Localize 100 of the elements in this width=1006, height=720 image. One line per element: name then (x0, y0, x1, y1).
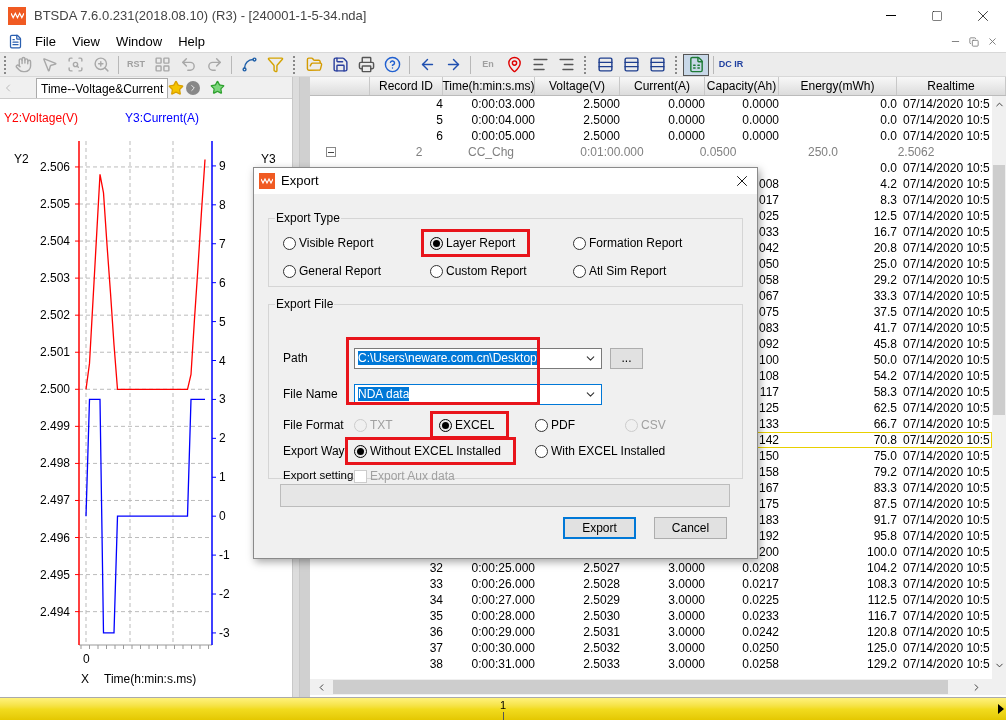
table-row[interactable]: 34 0:00:27.000 2.5029 3.0000 0.0225 112.5 07/14/2020 10:5 (310, 592, 992, 608)
window-title: BTSDA 7.6.0.231(2018.08.10) (R3) - [240001-1-5-34.nda] (34, 6, 368, 25)
grid-icon (153, 56, 171, 73)
table-row[interactable]: 38 0:00:31.000 2.5033 3.0000 0.0258 129.2 07/14/2020 10:5 (310, 656, 992, 672)
table-cell: 07/14/2020 10:5 (903, 113, 990, 127)
column-header[interactable]: Energy(mWh) (779, 77, 897, 95)
table-row[interactable]: 6 0:00:05.000 2.5000 0.0000 0.0000 0.0 07/14/2020 10:5 (310, 128, 992, 144)
help-icon (383, 56, 401, 73)
table-cell-text: 25.0 (873, 256, 897, 273)
app-logo-icon (259, 173, 275, 189)
table-cell: 4 (436, 96, 443, 113)
tick-label: 5 (219, 314, 226, 329)
table-cell-text: 37 (429, 640, 443, 657)
radio-option[interactable]: EXCEL (439, 416, 495, 434)
combo-field[interactable]: C:\Users\neware.com.cn\Desktop (354, 347, 602, 369)
table-row[interactable]: 4 0:00:03.000 2.5000 0.0000 0.0000 0.0 07/14/2020 10:5 (310, 96, 992, 112)
browse-button[interactable]: ... (610, 347, 643, 369)
undo-icon (179, 56, 197, 73)
field-label: Path (283, 350, 309, 367)
export-button[interactable]: Export (563, 517, 636, 539)
table-cell: 07/14/2020 10:5 (903, 353, 990, 367)
table-cell-text: 6 (436, 128, 443, 145)
table-cell-text: 100 (758, 352, 779, 369)
table-cell-text: 125.0 (866, 640, 897, 657)
menu-item[interactable]: View (71, 31, 100, 52)
tick-label: 8 (219, 197, 226, 212)
vertical-scrollbar[interactable] (992, 96, 1006, 679)
column-header[interactable]: Realtime (897, 77, 1006, 95)
table-cell-text: 3.0000 (668, 608, 705, 625)
table-row[interactable]: 32 0:00:25.000 2.5027 3.0000 0.0208 104.2 07/14/2020 10:5 (310, 560, 992, 576)
chart-tab[interactable]: Time--Voltage&Current (36, 78, 169, 98)
radio-option[interactable]: Custom Report (430, 262, 527, 280)
column-header[interactable]: Current(A) (620, 77, 705, 95)
table-cell-text: 0:00:28.000 (471, 608, 535, 625)
radio-option[interactable]: Layer Report (430, 234, 516, 252)
table-cell-text: 042 (758, 240, 779, 257)
table-icon (596, 56, 614, 73)
table-row[interactable]: 36 0:00:29.000 2.5031 3.0000 0.0242 120.8 07/14/2020 10:5 (310, 624, 992, 640)
radio-option[interactable]: General Report (283, 262, 382, 280)
play-icon[interactable] (998, 704, 1004, 714)
menu-item[interactable]: Window (115, 31, 163, 52)
add-star-icon[interactable] (210, 80, 227, 96)
radio-option[interactable]: Visible Report (283, 234, 374, 252)
table-cell-text: 32 (429, 560, 443, 577)
menu-item[interactable]: Help (178, 31, 205, 52)
table-cell-text: 2.5032 (583, 640, 620, 657)
radio-option[interactable]: Formation Report (573, 234, 683, 252)
table-cell-text: 38 (429, 656, 443, 673)
radio-option[interactable]: PDF (535, 416, 575, 434)
radio-option[interactable]: With EXCEL Installed (535, 442, 666, 460)
axis-annotation: X (81, 672, 89, 686)
group-row[interactable]: 2 CC_Chg 0:01:00.000 0.0500 250.0 2.5062 (310, 144, 992, 160)
table-row[interactable]: 33 0:00:26.000 2.5028 3.0000 0.0217 108.3 07/14/2020 10:5 (310, 576, 992, 592)
cancel-button[interactable]: Cancel (654, 517, 727, 539)
table-cell-text: 58.3 (873, 384, 897, 401)
menu-item[interactable]: File (35, 31, 56, 52)
toolbar-button[interactable]: DC IR (718, 53, 744, 76)
table-row[interactable]: 35 0:00:28.000 2.5030 3.0000 0.0233 116.7 07/14/2020 10:5 (310, 608, 992, 624)
table-cell-text: 0:01:00.000 (579, 144, 645, 161)
table-cell-text: 183 (758, 512, 779, 529)
column-header[interactable]: Voltage(V) (535, 77, 620, 95)
star-icon[interactable] (168, 80, 185, 96)
table-cell: 07/14/2020 10:5 (903, 289, 990, 303)
table-cell: 07/14/2020 10:5 (903, 433, 990, 447)
close-icon[interactable] (987, 36, 998, 47)
table-cell: 07/14/2020 10:5 (903, 129, 990, 143)
folder-icon (305, 56, 323, 73)
table-cell-text: 0:00:04.000 (471, 112, 535, 129)
table-cell-text: 120.8 (866, 624, 897, 641)
radio-option[interactable]: Atl Sim Report (573, 262, 667, 280)
table-row[interactable]: 37 0:00:30.000 2.5032 3.0000 0.0250 125.0 07/14/2020 10:5 (310, 640, 992, 656)
table-cell-text: 075 (758, 304, 779, 321)
tick-label: 2.500 (39, 382, 70, 397)
table-cell-text: 2.5062 (896, 144, 936, 161)
table-cell-text: 2.5031 (583, 624, 620, 641)
table-row[interactable]: 5 0:00:04.000 2.5000 0.0000 0.0000 0.0 07/14/2020 10:5 (310, 112, 992, 128)
horizontal-scrollbar[interactable] (310, 679, 1006, 695)
table-cell-text: 2.5028 (583, 576, 620, 593)
tick-label: 4 (219, 353, 226, 368)
table-cell-text: 37.5 (873, 304, 897, 321)
restore-icon[interactable] (969, 36, 979, 47)
radio-option[interactable]: Without EXCEL Installed (354, 442, 501, 460)
hand-icon (14, 56, 32, 73)
column-header[interactable]: Time(h:min:s.ms) (443, 77, 535, 95)
table-cell-text: 175 (758, 496, 779, 513)
column-header[interactable]: Record ID (370, 77, 443, 95)
column-header[interactable]: Capacity(Ah) (705, 77, 779, 95)
tick-label: 2.504 (39, 234, 70, 249)
table-cell-text: 100.0 (866, 544, 897, 561)
table-cell-text: 75.0 (873, 448, 897, 465)
table-cell-text: 20.8 (873, 240, 897, 257)
spreadsheet-button[interactable] (683, 53, 709, 76)
combo-field[interactable]: NDA data (354, 383, 602, 405)
table-cell: 0.0 (880, 96, 897, 113)
table-cell-text: 025 (758, 208, 779, 225)
table-cell: 07/14/2020 10:5 (903, 193, 990, 207)
collapse-icon[interactable] (326, 147, 336, 157)
table-cell: 07/14/2020 10:5 (903, 385, 990, 399)
zoom-in-icon (92, 56, 110, 73)
field-label: Export setting (283, 468, 354, 484)
